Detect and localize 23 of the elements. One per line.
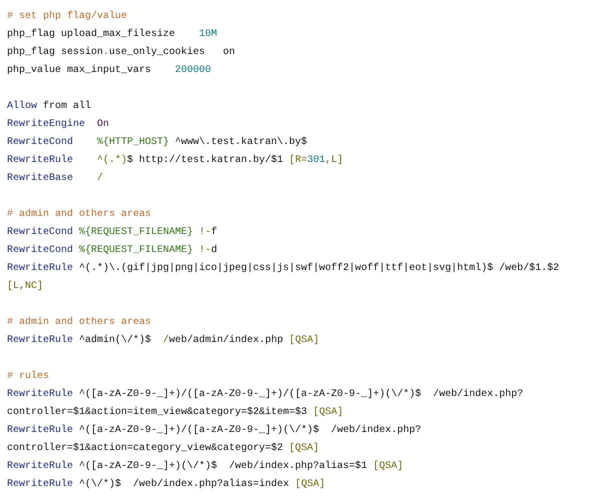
code-line: php_flag upload_max_filesize 10M bbox=[7, 28, 218, 42]
code-line: php_flag session.use_only_cookies on bbox=[7, 46, 236, 60]
code-line: # admin and others areas bbox=[7, 316, 152, 330]
code-line: RewriteCond %{HTTP_HOST} ^www\.test.katran\.by$ bbox=[7, 136, 308, 150]
code-line: RewriteCond %{REQUEST_FILENAME} !-f bbox=[7, 226, 218, 240]
code-line: RewriteRule ^(.*)\.(gif|jpg|png|ico|jpeg|css|js|swf|woff2|woff|ttf|eot|svg|html)$ /web/$1.$2 bbox=[7, 262, 560, 276]
code-line: RewriteRule ^([a-zA-Z0-9-_]+)(\/*)$ /web/index.php?alias=$1 [QSA] bbox=[7, 460, 404, 474]
code-line: # set php flag/value bbox=[7, 10, 128, 24]
code-line: RewriteCond %{REQUEST_FILENAME} !-d bbox=[7, 244, 218, 258]
code-line: RewriteRule ^([a-zA-Z0-9-_]+)/([a-zA-Z0-9-_]+)(\/*)$ /web/index.php? bbox=[7, 424, 422, 438]
code-line: Allow from all bbox=[7, 100, 92, 114]
code-line: php_value max_input_vars 200000 bbox=[7, 64, 212, 78]
code-line: RewriteRule ^admin(\/*)$ /web/admin/index.php [QSA] bbox=[7, 334, 320, 348]
code-line: # admin and others areas bbox=[7, 208, 152, 222]
code-line: controller=$1&action=category_view&category=$2 [QSA] bbox=[7, 442, 320, 456]
code-line: # rules bbox=[7, 370, 50, 384]
code-line: RewriteBase / bbox=[7, 172, 104, 186]
code-line: controller=$1&action=item_view&category=$2&item=$3 [QSA] bbox=[7, 406, 344, 420]
code-line: RewriteRule ^(\/*)$ /web/index.php?alias=index [QSA] bbox=[7, 478, 326, 492]
code-line: [L,NC] bbox=[7, 280, 44, 294]
code-line: RewriteRule ^(.*)$ http://test.katran.by/$1 [R=301,L] bbox=[7, 154, 344, 168]
code-line: RewriteRule ^([a-zA-Z0-9-_]+)/([a-zA-Z0-9-_]+)/([a-zA-Z0-9-_]+)(\/*)$ /web/index.php? bbox=[7, 388, 524, 402]
code-line: RewriteEngine On bbox=[7, 118, 110, 132]
